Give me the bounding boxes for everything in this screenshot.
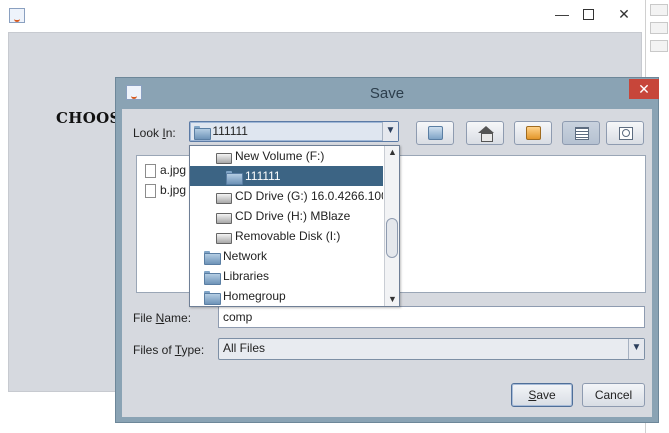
dropdown-item-cd-drive-g[interactable]: CD Drive (G:) 16.0.4266.1001 bbox=[190, 186, 383, 206]
background-title-bar: — ✕ bbox=[0, 0, 669, 30]
drive-icon bbox=[216, 231, 232, 244]
save-button[interactable]: Save bbox=[511, 383, 573, 407]
scroll-up-icon[interactable]: ▲ bbox=[385, 146, 400, 158]
dropdown-scrollbar[interactable]: ▲ ▼ bbox=[384, 146, 399, 306]
dropdown-item-libraries[interactable]: Libraries bbox=[190, 266, 383, 286]
home-button[interactable] bbox=[466, 121, 504, 145]
list-item[interactable]: b.jpg bbox=[145, 182, 186, 200]
dialog-title-bar[interactable]: Save ✕ bbox=[116, 78, 659, 108]
files-of-type-label: Files of Type: bbox=[133, 343, 205, 357]
drive-icon bbox=[216, 191, 232, 204]
file-name-input[interactable] bbox=[219, 307, 644, 327]
list-item[interactable]: a.jpg bbox=[145, 162, 186, 180]
list-view-button[interactable] bbox=[562, 121, 600, 145]
new-folder-icon bbox=[526, 126, 541, 140]
folder-icon bbox=[204, 290, 221, 305]
dropdown-item-network[interactable]: Network bbox=[190, 246, 383, 266]
look-in-value: 111111 bbox=[194, 124, 248, 140]
dialog-close-button[interactable]: ✕ bbox=[629, 79, 659, 99]
dropdown-item-removable-disk[interactable]: Removable Disk (I:) bbox=[190, 226, 383, 246]
list-view-icon bbox=[574, 126, 589, 140]
look-in-combo[interactable]: 111111 ▼ bbox=[189, 121, 399, 142]
drive-icon bbox=[216, 151, 232, 164]
java-app-icon bbox=[9, 8, 25, 23]
look-in-dropdown[interactable]: New Volume (F:) 111111 CD Drive (G:) 16.… bbox=[189, 145, 400, 307]
desktop-tile bbox=[650, 22, 668, 34]
dropdown-item-111111[interactable]: 111111 bbox=[190, 166, 383, 186]
details-view-icon bbox=[618, 126, 633, 140]
files-of-type-combo[interactable]: All Files ▼ bbox=[218, 338, 645, 360]
up-one-level-button[interactable] bbox=[416, 121, 454, 145]
file-name-field[interactable] bbox=[218, 306, 645, 328]
choose-heading: CHOOS bbox=[56, 109, 121, 127]
file-icon bbox=[145, 163, 156, 178]
look-in-label: Look In: bbox=[133, 126, 176, 140]
details-view-button[interactable] bbox=[606, 121, 644, 145]
chevron-down-icon[interactable]: ▼ bbox=[628, 339, 644, 359]
dropdown-item-homegroup[interactable]: Homegroup bbox=[190, 286, 383, 306]
scroll-down-icon[interactable]: ▼ bbox=[385, 293, 400, 305]
maximize-button[interactable] bbox=[576, 4, 600, 24]
files-of-type-value: All Files bbox=[223, 341, 266, 355]
folder-icon bbox=[226, 170, 243, 185]
drive-icon bbox=[216, 211, 232, 224]
cancel-button[interactable]: Cancel bbox=[582, 383, 645, 407]
dropdown-item-new-volume[interactable]: New Volume (F:) bbox=[190, 146, 383, 166]
desktop-tile bbox=[650, 4, 668, 16]
desktop-tile bbox=[650, 40, 668, 52]
new-folder-button[interactable] bbox=[514, 121, 552, 145]
home-icon bbox=[478, 126, 494, 142]
chevron-down-icon[interactable]: ▼ bbox=[382, 122, 398, 141]
close-button[interactable]: ✕ bbox=[612, 4, 636, 24]
file-name-label: File Name: bbox=[133, 311, 192, 325]
folder-icon bbox=[204, 250, 221, 265]
dialog-title: Save bbox=[369, 85, 405, 102]
up-folder-icon bbox=[428, 126, 443, 140]
minimize-button[interactable]: — bbox=[550, 4, 574, 24]
scroll-thumb[interactable] bbox=[386, 218, 398, 258]
folder-icon bbox=[194, 125, 211, 140]
file-icon bbox=[145, 183, 156, 198]
dropdown-item-cd-drive-h[interactable]: CD Drive (H:) MBlaze bbox=[190, 206, 383, 226]
folder-icon bbox=[204, 270, 221, 285]
